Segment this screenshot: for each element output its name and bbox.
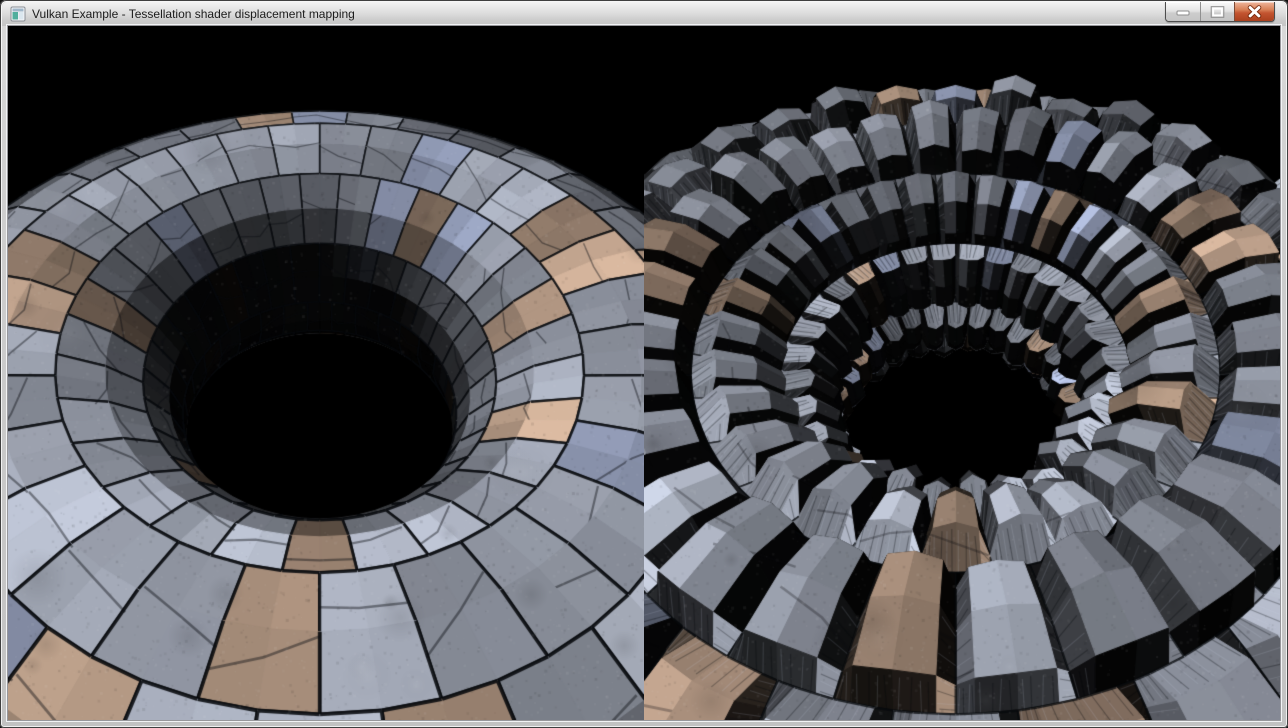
titlebar[interactable]: Vulkan Example - Tessellation shader dis… [2, 2, 1286, 26]
render-area [8, 26, 1280, 720]
minimize-icon [1166, 2, 1200, 22]
application-window: Vulkan Example - Tessellation shader dis… [0, 0, 1288, 728]
application-window-icon [10, 6, 26, 22]
minimize-button[interactable] [1166, 2, 1200, 22]
viewport-torus-without-displacement[interactable] [8, 26, 644, 720]
app-icon [10, 6, 26, 22]
window-controls [1165, 2, 1275, 22]
maximize-icon [1201, 2, 1234, 22]
viewport-torus-with-displacement[interactable] [644, 26, 1280, 720]
close-button[interactable] [1234, 2, 1274, 22]
maximize-button[interactable] [1200, 2, 1234, 22]
close-icon [1235, 2, 1274, 22]
window-title: Vulkan Example - Tessellation shader dis… [32, 7, 355, 21]
